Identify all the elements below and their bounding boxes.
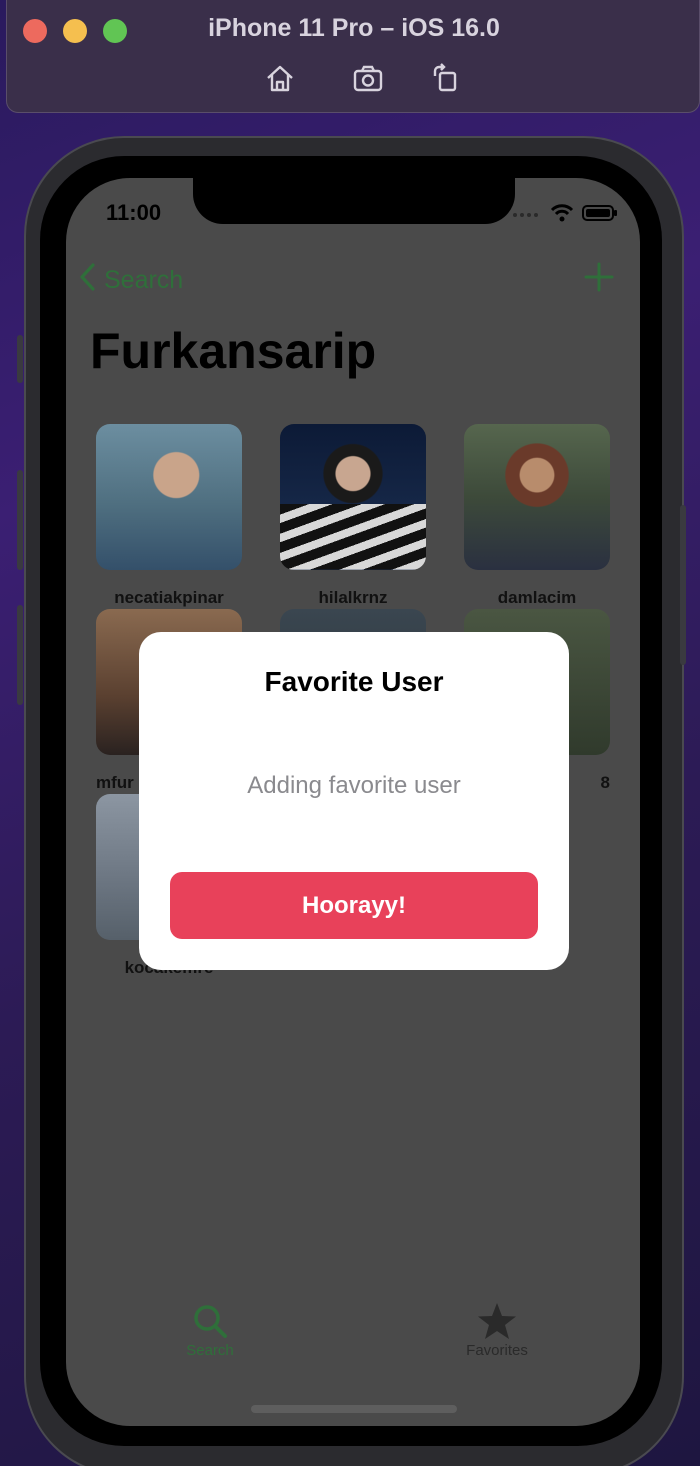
username: hilalkrnz (318, 588, 388, 607)
username: necatiakpinar (114, 588, 224, 607)
tab-favorites-label: Favorites (466, 1342, 528, 1359)
back-button-label: Search (104, 266, 184, 294)
alert-message: Adding favorite user (247, 772, 461, 799)
wifi-icon (550, 204, 574, 227)
star-icon (437, 1302, 557, 1340)
hooray-button[interactable]: Hoorayy! (170, 872, 538, 939)
alert-title: Favorite User (264, 666, 444, 697)
favorite-user-alert: Favorite User Adding favorite user Hoora… (139, 632, 569, 970)
search-icon (150, 1302, 270, 1340)
phone-screen: 11:00 Search Furkansarip necatiakpinar h… (66, 178, 640, 1426)
mute-switch (17, 335, 23, 383)
plus-icon[interactable] (584, 262, 614, 292)
power-button (680, 505, 686, 665)
avatar (280, 424, 426, 570)
status-icons (512, 204, 618, 227)
tab-bar: Search Favorites (66, 1302, 640, 1372)
notch (193, 178, 515, 224)
battery-icon (582, 204, 618, 227)
status-time: 11:00 (106, 200, 162, 225)
avatar (464, 424, 610, 570)
volume-down-button (17, 605, 23, 705)
back-button[interactable]: Search (78, 262, 183, 299)
avatar (96, 424, 242, 570)
username: damlacim (497, 588, 577, 607)
screenshot-icon[interactable] (351, 62, 385, 96)
chevron-left-icon (78, 262, 96, 299)
user-cell[interactable]: damlacim (464, 424, 610, 608)
simulator-title: iPhone 11 Pro – iOS 16.0 (208, 14, 500, 42)
signal-icon (512, 207, 542, 225)
home-icon[interactable] (263, 62, 297, 96)
tab-search-label: Search (186, 1342, 234, 1359)
tab-search[interactable]: Search (150, 1302, 270, 1359)
tab-favorites[interactable]: Favorites (437, 1302, 557, 1359)
user-cell[interactable]: hilalkrnz (280, 424, 426, 608)
rotate-icon[interactable] (429, 62, 463, 96)
simulator-title-bar: iPhone 11 Pro – iOS 16.0 (6, 0, 700, 113)
volume-up-button (17, 470, 23, 570)
user-cell[interactable]: necatiakpinar (96, 424, 242, 608)
page-title: Furkansarip (90, 323, 377, 379)
home-indicator (251, 1405, 457, 1413)
